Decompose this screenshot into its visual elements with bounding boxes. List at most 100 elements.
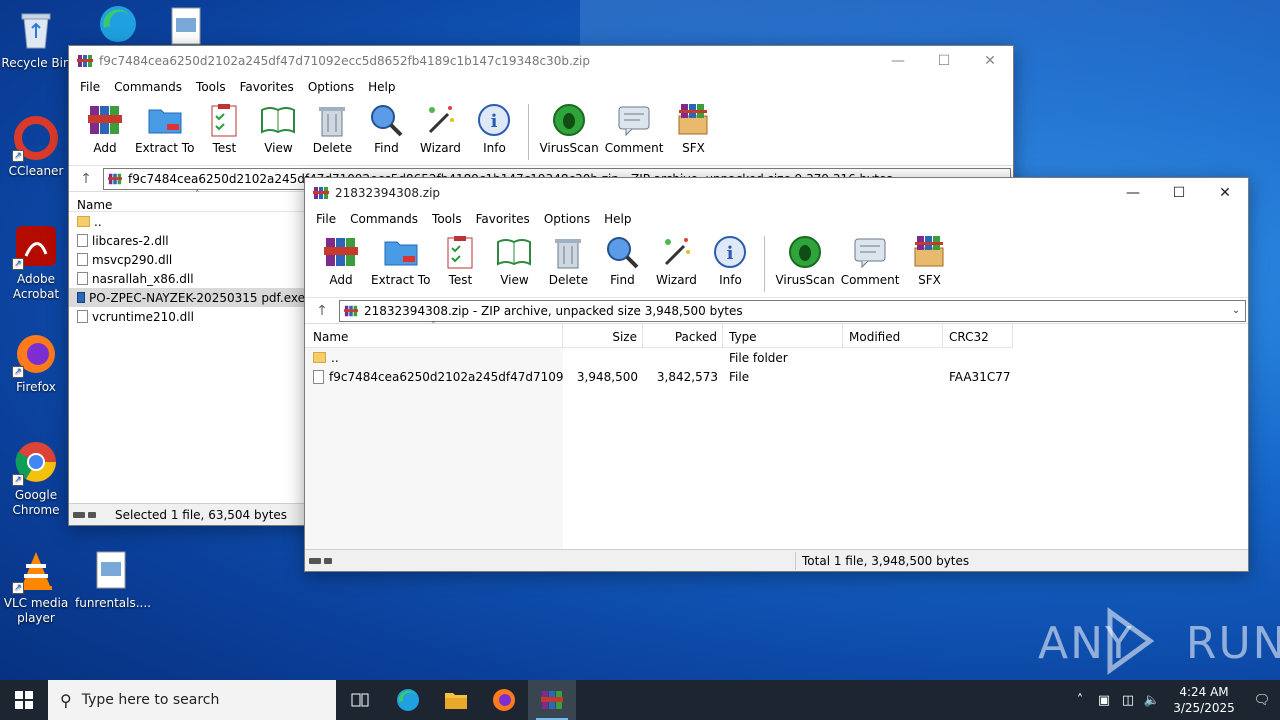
folder-icon: [77, 216, 90, 227]
maximize-button[interactable]: ☐: [1156, 178, 1202, 208]
desktop-icon-vlc[interactable]: ↗ VLC media player: [0, 548, 72, 626]
menu-help[interactable]: Help: [597, 212, 638, 226]
info-button[interactable]: i Info: [706, 234, 754, 287]
menu-commands[interactable]: Commands: [107, 80, 189, 94]
up-arrow-icon[interactable]: ↑: [69, 171, 103, 187]
column-header-modified[interactable]: Modified: [843, 324, 943, 347]
find-button[interactable]: Find: [598, 234, 646, 287]
menu-bar: File Commands Tools Favorites Options He…: [305, 208, 1248, 230]
comment-icon: [618, 106, 650, 137]
list-item[interactable]: msvcp290.dll: [69, 250, 305, 269]
menu-options[interactable]: Options: [301, 80, 361, 94]
desktop-icon-recycle-bin[interactable]: Recycle Bin: [0, 8, 72, 71]
chevron-down-icon[interactable]: ⌄: [1227, 305, 1245, 316]
table-row[interactable]: .. File folder: [305, 348, 1013, 367]
delete-button[interactable]: Delete: [308, 102, 356, 155]
comment-button[interactable]: Comment: [840, 234, 900, 287]
close-button[interactable]: ✕: [967, 46, 1013, 76]
menu-file[interactable]: File: [309, 212, 343, 226]
winrar-icon: [541, 691, 563, 709]
menu-file[interactable]: File: [73, 80, 107, 94]
desktop-icon-funrentals[interactable]: funrentals....: [75, 548, 151, 611]
address-field[interactable]: 21832394308.zip - ZIP archive, unpacked …: [339, 299, 1246, 322]
sfx-button[interactable]: SFX: [905, 234, 953, 287]
start-button[interactable]: [0, 680, 48, 720]
list-item[interactable]: vcruntime210.dll: [69, 307, 305, 326]
test-button[interactable]: Test: [436, 234, 484, 287]
up-arrow-icon[interactable]: ↑: [305, 303, 339, 319]
wizard-button[interactable]: Wizard: [652, 234, 700, 287]
status-bar: Selected 1 file, 63,504 bytes: [69, 503, 305, 525]
column-header-crc32[interactable]: CRC32: [943, 324, 1013, 347]
desktop-icon-firefox[interactable]: ↗ Firefox: [0, 332, 72, 395]
network-icon[interactable]: ◫: [1116, 693, 1140, 708]
info-button[interactable]: i Info: [470, 102, 518, 155]
test-button[interactable]: Test: [200, 102, 248, 155]
volume-icon[interactable]: 🔈: [1140, 693, 1164, 708]
menu-favorites[interactable]: Favorites: [469, 212, 537, 226]
desktop-icon-chrome[interactable]: ↗ Google Chrome: [0, 440, 72, 518]
search-icon: ⚲: [60, 690, 72, 710]
acrobat-icon: ↗: [12, 224, 58, 270]
taskbar-file-explorer[interactable]: [432, 680, 480, 720]
find-button[interactable]: Find: [362, 102, 410, 155]
menu-options[interactable]: Options: [537, 212, 597, 226]
column-header-name[interactable]: Name ˄: [69, 190, 305, 212]
menu-tools[interactable]: Tools: [425, 212, 469, 226]
menu-commands[interactable]: Commands: [343, 212, 425, 226]
list-item[interactable]: nasrallah_x86.dll: [69, 269, 305, 288]
sfx-button[interactable]: SFX: [669, 102, 717, 155]
info-label: Info: [719, 273, 742, 287]
virusscan-button[interactable]: VirusScan: [775, 234, 835, 287]
taskbar-firefox[interactable]: [480, 680, 528, 720]
task-view-button[interactable]: [336, 680, 384, 720]
wizard-button[interactable]: Wizard: [416, 102, 464, 155]
comment-label: Comment: [840, 273, 900, 287]
column-header-type[interactable]: Type: [723, 324, 843, 347]
notifications-icon[interactable]: 🗨: [1244, 693, 1280, 708]
view-button[interactable]: View: [490, 234, 538, 287]
minimize-button[interactable]: —: [875, 46, 921, 76]
add-button[interactable]: Add: [81, 102, 129, 155]
view-label: View: [264, 141, 293, 155]
delete-button[interactable]: Delete: [544, 234, 592, 287]
minimize-button[interactable]: —: [1110, 178, 1156, 208]
search-placeholder: Type here to search: [81, 692, 220, 708]
menu-favorites[interactable]: Favorites: [233, 80, 301, 94]
winrar-window-front[interactable]: 21832394308.zip — ☐ ✕ File Commands Tool…: [304, 177, 1249, 572]
clock[interactable]: 4:24 AM 3/25/2025: [1164, 684, 1244, 716]
ccleaner-icon: ↗: [12, 116, 58, 162]
column-header-size[interactable]: Size: [563, 324, 643, 347]
window-titlebar[interactable]: 21832394308.zip — ☐ ✕: [305, 178, 1248, 208]
close-button[interactable]: ✕: [1202, 178, 1248, 208]
desktop-icon-ccleaner[interactable]: ↗ CCleaner: [0, 116, 72, 179]
network-adapter-icon[interactable]: ▣: [1092, 693, 1116, 708]
table-row[interactable]: f9c7484cea6250d2102a245df47d71092ecc5...…: [305, 367, 1013, 386]
desktop-icon-acrobat[interactable]: ↗ Adobe Acrobat: [0, 224, 72, 302]
chevron-up-icon[interactable]: ˄: [1068, 693, 1092, 708]
extract-to-button[interactable]: Extract To: [135, 102, 194, 155]
column-modified-label: Modified: [849, 330, 901, 344]
list-item-selected[interactable]: PO-ZPEC-NAYZEK-20250315 pdf.exe: [69, 288, 305, 307]
taskbar-winrar[interactable]: [528, 680, 576, 720]
menu-tools[interactable]: Tools: [189, 80, 233, 94]
taskbar-search-box[interactable]: ⚲ Type here to search: [48, 680, 336, 720]
list-item[interactable]: ..: [69, 212, 305, 231]
row-name: f9c7484cea6250d2102a245df47d71092ecc5...: [329, 369, 563, 384]
column-header-name[interactable]: Name ˄: [305, 321, 563, 347]
comment-button[interactable]: Comment: [605, 102, 663, 155]
taskbar-edge[interactable]: [384, 680, 432, 720]
image-file-icon: [89, 548, 133, 592]
virusscan-button[interactable]: VirusScan: [539, 102, 599, 155]
extract-to-button[interactable]: Extract To: [371, 234, 430, 287]
list-item[interactable]: libcares-2.dll: [69, 231, 305, 250]
desktop-icon-label: Adobe Acrobat: [12, 272, 60, 301]
add-button[interactable]: Add: [317, 234, 365, 287]
column-header-packed[interactable]: Packed: [643, 324, 723, 347]
menu-help[interactable]: Help: [361, 80, 402, 94]
window-titlebar[interactable]: f9c7484cea6250d2102a245df47d71092ecc5d86…: [69, 46, 1013, 76]
add-label: Add: [329, 273, 353, 287]
view-button[interactable]: View: [254, 102, 302, 155]
maximize-button[interactable]: ☐: [921, 46, 967, 76]
desktop-icon-edge-partial[interactable]: [82, 2, 154, 50]
